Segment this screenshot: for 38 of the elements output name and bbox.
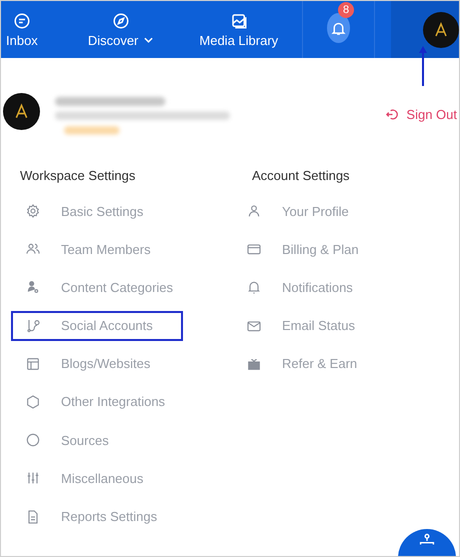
notification-count: 8 [338,2,354,18]
settings-menu-item[interactable]: Email Status [241,310,413,341]
nav-link[interactable]: Discover [88,1,154,58]
avatar-button[interactable] [423,12,459,48]
settings-menu-item[interactable]: Billing & Plan [241,234,413,264]
annotation-arrow [418,44,428,86]
sign-out-link[interactable]: Sign Out [385,106,457,122]
avatar [3,92,40,130]
circle-icon [25,432,41,448]
person-tag-icon [25,279,41,296]
bell-icon [246,279,262,296]
settings-menu-item[interactable]: Miscellaneous [11,463,183,494]
settings-menu-item[interactable]: Refer & Earn [241,348,413,379]
settings-menu-item[interactable]: Team Members [11,234,183,264]
section-heading: Workspace Settings [19,168,136,185]
gear-icon [25,203,41,219]
sign-out-icon [385,106,400,122]
settings-menu-item[interactable]: Sources [11,425,183,456]
image-icon [230,12,248,30]
settings-menu-item[interactable]: Content Categories [11,272,183,302]
settings-menu-item[interactable]: Basic Settings [11,196,183,226]
sliders-icon [25,470,41,486]
settings-menu-item[interactable]: Blogs/Websites [11,348,183,379]
nav-link[interactable]: Inbox [6,1,38,58]
branch-icon [25,318,41,334]
settings-menu-item[interactable]: Reports Settings [11,502,183,532]
nav-link[interactable]: Media Library [199,1,278,58]
settings-menu-item[interactable]: Notifications [241,272,413,302]
chat-icon [12,12,31,30]
settings-menu-item[interactable]: Your Profile [241,196,413,226]
settings-menu-item[interactable]: Social Accounts [11,310,183,341]
user-icon [246,203,262,219]
compass-icon [112,12,130,30]
layout-icon [25,356,41,372]
section-heading: Account Settings [251,168,351,185]
hexagon-icon [25,394,41,410]
settings-menu-item[interactable]: Other Integrations [11,386,183,417]
notifications-button[interactable] [326,13,350,43]
